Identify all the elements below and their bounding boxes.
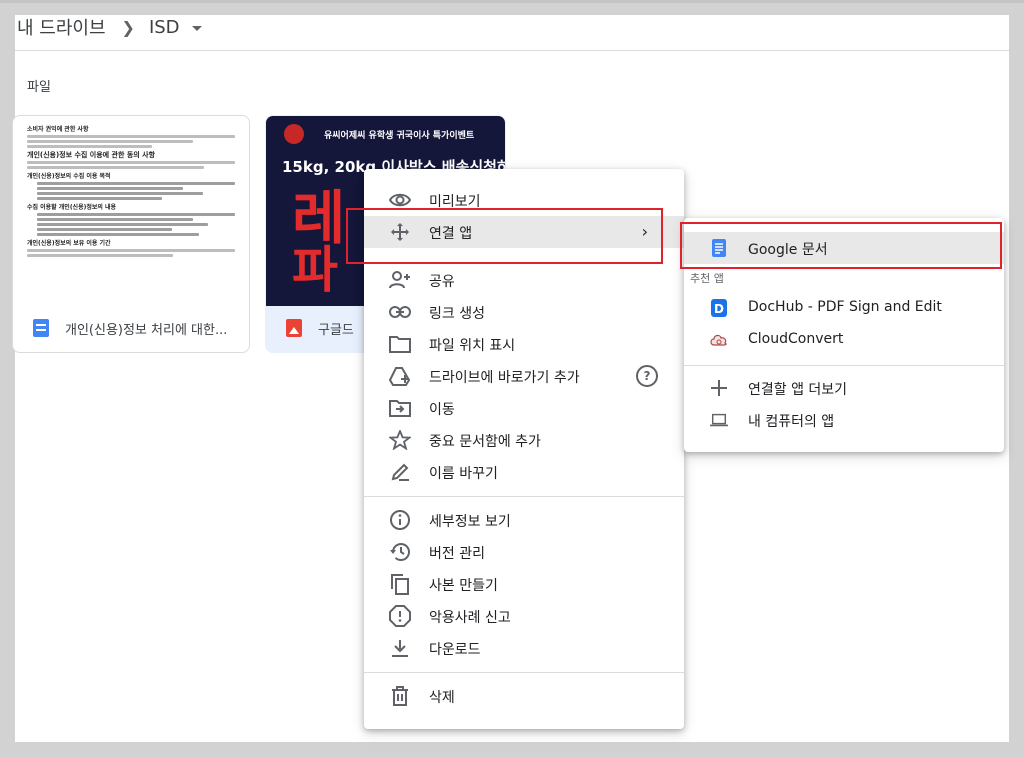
menu-divider: [364, 496, 684, 497]
files-section-label: 파일: [27, 80, 51, 95]
menu-item-show-location[interactable]: 파일 위치 표시: [364, 328, 684, 360]
poster-big-text-2: 파: [292, 241, 338, 299]
image-file-icon: [286, 319, 302, 337]
menu-item-add-shortcut[interactable]: 드라이브에 바로가기 추가 ?: [364, 360, 684, 392]
menu-item-report-abuse[interactable]: 악용사례 신고: [364, 600, 684, 632]
copy-icon: [389, 574, 411, 595]
google-docs-file-icon: [33, 319, 49, 337]
menu-item-versions[interactable]: 버전 관리: [364, 536, 684, 568]
highlight-box-open-with: [346, 208, 663, 264]
breadcrumb-divider: [15, 50, 1009, 51]
menu-item-share[interactable]: 공유: [364, 264, 684, 296]
submenu-item-dochub[interactable]: D DocHub - PDF Sign and Edit: [684, 292, 1004, 324]
thumb-heading: 개인(신용)정보의 보유 이용 기간: [27, 240, 111, 247]
report-icon: [389, 605, 411, 627]
thumb-heading: 개인(신용)정보의 수집 이용 목적: [27, 173, 111, 180]
person-add-icon: [389, 270, 411, 290]
plus-icon: [710, 379, 728, 397]
submenu-item-more-apps[interactable]: 연결할 앱 더보기: [684, 372, 1004, 404]
file-card-document[interactable]: 소비자 권익에 관한 사항 개인(신용)정보 수집 이용에 관한 동의 사항 개…: [12, 115, 250, 353]
highlight-box-google-docs: [680, 222, 1002, 269]
laptop-icon: [710, 411, 728, 429]
thumb-heading: 소비자 권익에 관한 사항: [27, 126, 89, 133]
submenu-item-cloudconvert[interactable]: CloudConvert: [684, 324, 1004, 356]
link-icon: [389, 302, 411, 322]
move-to-folder-icon: [389, 398, 411, 418]
svg-text:D: D: [714, 302, 724, 316]
download-icon: [389, 638, 411, 658]
submenu-divider: [684, 365, 1004, 366]
breadcrumb-current-folder[interactable]: ISD: [147, 17, 182, 38]
history-icon: [389, 542, 411, 562]
poster-line-1: 유씨어제씨 유학생 귀국이사 특가이벤트: [324, 131, 475, 141]
dochub-icon: D: [710, 299, 728, 317]
menu-item-add-starred[interactable]: 중요 문서함에 추가: [364, 424, 684, 456]
file-name: 개인(신용)정보 처리에 대한...: [65, 322, 228, 338]
suggested-apps-heading: 추천 앱: [690, 272, 724, 285]
thumb-heading: 개인(신용)정보 수집 이용에 관한 동의 사항: [27, 151, 156, 159]
document-thumbnail: 소비자 권익에 관한 사항 개인(신용)정보 수집 이용에 관한 동의 사항 개…: [13, 116, 249, 306]
folder-icon: [389, 334, 411, 354]
cloudconvert-icon: [710, 331, 728, 349]
menu-item-delete[interactable]: 삭제: [364, 680, 684, 712]
file-card-footer: 개인(신용)정보 처리에 대한...: [13, 304, 249, 352]
thumb-heading: 수집 이용할 개인(신용)정보의 내용: [27, 204, 117, 211]
breadcrumb-my-drive[interactable]: 내 드라이브: [15, 14, 108, 40]
menu-divider: [364, 672, 684, 673]
eye-icon: [389, 190, 411, 210]
help-icon[interactable]: ?: [636, 365, 658, 387]
info-icon: [389, 510, 411, 530]
poster-big-text-1: 레: [292, 184, 346, 252]
breadcrumb: 내 드라이브 ❯ ISD: [15, 14, 202, 40]
drive-shortcut-icon: [389, 366, 411, 386]
caret-down-icon[interactable]: [191, 25, 202, 31]
star-icon: [389, 430, 411, 450]
menu-item-download[interactable]: 다운로드: [364, 632, 684, 664]
pencil-icon: [389, 462, 411, 482]
menu-item-make-copy[interactable]: 사본 만들기: [364, 568, 684, 600]
chevron-right-icon: ❯: [121, 17, 135, 37]
menu-item-details[interactable]: 세부정보 보기: [364, 504, 684, 536]
menu-item-move[interactable]: 이동: [364, 392, 684, 424]
menu-item-rename[interactable]: 이름 바꾸기: [364, 456, 684, 488]
menu-item-get-link[interactable]: 링크 생성: [364, 296, 684, 328]
window-top-border: [0, 0, 1024, 3]
trash-icon: [389, 686, 411, 706]
submenu-item-computer-apps[interactable]: 내 컴퓨터의 앱: [684, 404, 1004, 436]
poster-badge-icon: [284, 124, 304, 144]
